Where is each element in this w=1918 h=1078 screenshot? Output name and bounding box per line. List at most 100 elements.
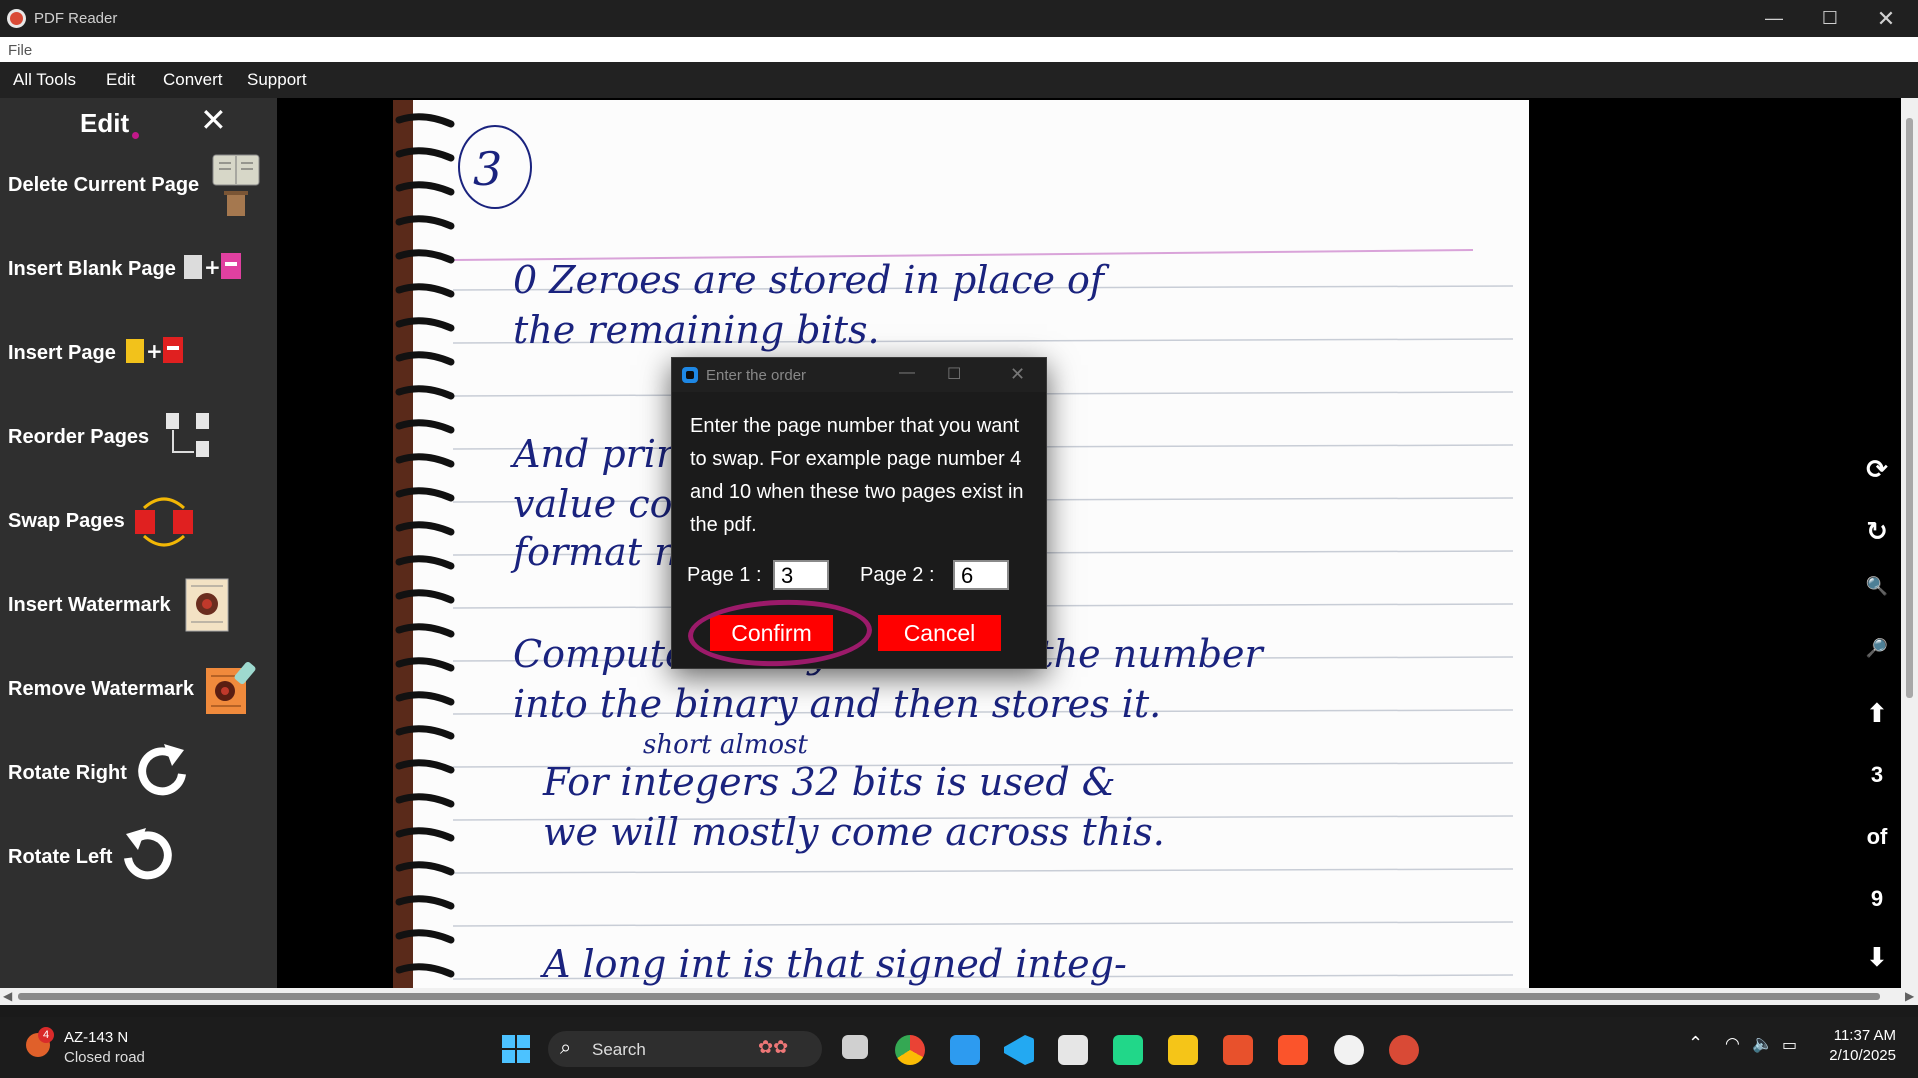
edit-tab[interactable]: Edit	[106, 70, 135, 90]
weather-subtitle: Closed road	[64, 1049, 145, 1066]
handwritten-line: 0 Zeroes are stored in place of	[513, 258, 1104, 302]
previous-page-icon[interactable]: ⬆	[1853, 698, 1901, 729]
mongodb-compass-icon[interactable]	[1334, 1035, 1364, 1065]
maximize-button[interactable]: ☐	[1802, 0, 1858, 37]
scroll-left-icon[interactable]: ◀	[3, 988, 12, 1005]
chrome-icon[interactable]	[895, 1035, 925, 1065]
swap-icon	[135, 497, 193, 547]
weather-title[interactable]: AZ-143 N	[64, 1029, 128, 1046]
minimize-button[interactable]: —	[1746, 0, 1802, 37]
menu-bar: File	[0, 37, 1918, 62]
dialog-app-icon	[682, 367, 698, 383]
snipping-tool-icon[interactable]	[1058, 1035, 1088, 1065]
rotate-icon[interactable]: ↻	[1853, 516, 1901, 547]
tool-remove-watermark[interactable]: Remove Watermark	[0, 654, 277, 734]
horizontal-scrollbar[interactable]: ◀ ▶	[0, 988, 1918, 1005]
pen-app-icon[interactable]	[950, 1035, 980, 1065]
tool-label: Insert Blank Page	[8, 258, 176, 280]
handwritten-line: short almost	[643, 730, 808, 760]
taskbar-search-box[interactable]: ⌕ Search ✿✿	[548, 1031, 822, 1067]
file-menu[interactable]: File	[8, 42, 32, 59]
title-bar: PDF Reader — ☐ ✕	[0, 0, 1918, 37]
wps-office-icon[interactable]	[1223, 1035, 1253, 1065]
taskbar: 4 AZ-143 N Closed road ⌕ Search ✿✿ ⌃ ◠ 🔈…	[0, 1017, 1918, 1078]
page-navigation-bar: ⟳ ↻ 🔍 🔎 ⬆ 3 of 9 ⬇	[1853, 98, 1901, 988]
tool-label: Rotate Left	[8, 846, 113, 868]
edit-panel: Edit ✕ Delete Current Page Insert Blank …	[0, 98, 277, 988]
next-page-icon[interactable]: ⬇	[1853, 942, 1901, 973]
svg-text:+: +	[146, 339, 163, 363]
tool-label: Delete Current Page	[8, 174, 200, 196]
page1-input[interactable]	[773, 560, 829, 590]
page2-label: Page 2 :	[860, 564, 935, 586]
page1-label: Page 1 :	[687, 564, 762, 586]
dialog-minimize-button[interactable]: —	[899, 364, 915, 382]
close-panel-button[interactable]: ✕	[200, 104, 227, 136]
book-trash-icon	[212, 154, 260, 216]
support-tab[interactable]: Support	[247, 70, 307, 90]
cancel-button[interactable]: Cancel	[878, 615, 1001, 651]
file-explorer-icon[interactable]	[1168, 1035, 1198, 1065]
speaker-icon[interactable]: 🔈	[1752, 1034, 1773, 1054]
remove-watermark-icon	[206, 661, 256, 714]
brave-browser-icon[interactable]	[1278, 1035, 1308, 1065]
search-icon: ⌕	[560, 1037, 572, 1059]
tool-swap-pages[interactable]: Swap Pages	[0, 486, 277, 566]
clock-time[interactable]: 11:37 AM	[1828, 1027, 1896, 1044]
search-label: Search	[592, 1040, 646, 1059]
zoom-in-icon[interactable]: 🔎	[1853, 638, 1901, 659]
tool-delete-current-page[interactable]: Delete Current Page	[0, 150, 277, 230]
tool-insert-page[interactable]: Insert Page +	[0, 318, 277, 398]
dialog-title: Enter the order	[706, 367, 807, 384]
tool-label: Rotate Right	[8, 762, 127, 784]
handwritten-line: into the binary and then stores it.	[513, 682, 1162, 726]
total-pages: 9	[1870, 886, 1884, 911]
battery-icon[interactable]: ▭	[1782, 1035, 1797, 1055]
tool-label: Insert Watermark	[8, 594, 171, 616]
tool-insert-watermark[interactable]: Insert Watermark	[0, 570, 277, 650]
page2-input[interactable]	[953, 560, 1009, 590]
pdf-reader-taskbar-icon[interactable]	[1389, 1035, 1419, 1065]
flowers-icon: ✿✿	[758, 1037, 789, 1057]
handwritten-line: A long int is that signed integ-	[543, 942, 1127, 986]
handwritten-line: For integers 32 bits is used &	[543, 760, 1116, 804]
convert-tab[interactable]: Convert	[163, 70, 223, 90]
wifi-icon[interactable]: ◠	[1725, 1034, 1740, 1054]
scroll-right-icon[interactable]: ▶	[1905, 988, 1914, 1005]
zoom-out-icon[interactable]: 🔍	[1853, 576, 1901, 597]
pycharm-icon[interactable]	[1113, 1035, 1143, 1065]
window-title: PDF Reader	[34, 10, 118, 27]
handwritten-line: we will mostly come across this.	[543, 810, 1165, 854]
blank-page-plus-icon: +	[184, 253, 241, 279]
dialog-maximize-button[interactable]: ☐	[947, 364, 961, 384]
dialog-close-button[interactable]: ✕	[1010, 364, 1025, 385]
chevron-up-icon[interactable]: ⌃	[1688, 1033, 1703, 1054]
dialog-title-bar: Enter the order — ☐ ✕	[672, 358, 1046, 392]
close-window-button[interactable]: ✕	[1858, 0, 1914, 37]
refresh-icon[interactable]: ⟳	[1853, 454, 1901, 485]
app-logo-icon	[7, 9, 26, 28]
desktop-strip	[0, 1005, 1918, 1017]
tool-insert-blank-page[interactable]: Insert Blank Page +	[0, 234, 277, 314]
task-view-icon[interactable]	[842, 1035, 868, 1059]
current-page-number: 3	[1870, 762, 1884, 787]
svg-text:+: +	[204, 255, 221, 279]
toolbar: All Tools Edit Convert Support	[0, 62, 1918, 98]
dialog-message: Enter the page number that you want to s…	[690, 415, 1024, 536]
scroll-thumb[interactable]	[18, 993, 1880, 1000]
rotate-right-icon	[138, 744, 186, 796]
handwritten-line: 3	[473, 142, 503, 196]
tool-reorder-pages[interactable]: Reorder Pages	[0, 402, 277, 482]
clock-date[interactable]: 2/10/2025	[1820, 1047, 1896, 1064]
rotate-left-icon	[124, 828, 172, 880]
tool-label: Insert Page	[8, 342, 116, 364]
vertical-scrollbar[interactable]	[1901, 98, 1918, 988]
all-tools-tab[interactable]: All Tools	[13, 70, 76, 90]
windows-start-icon[interactable]	[502, 1035, 530, 1063]
document-viewer[interactable]: 3 0 Zeroes are stored in place of the rema…	[277, 98, 1853, 988]
scroll-thumb[interactable]	[1906, 118, 1913, 698]
tool-rotate-left[interactable]: Rotate Left	[0, 822, 277, 902]
watermark-icon	[185, 578, 229, 632]
vscode-icon[interactable]	[1004, 1035, 1034, 1065]
tool-rotate-right[interactable]: Rotate Right	[0, 738, 277, 818]
